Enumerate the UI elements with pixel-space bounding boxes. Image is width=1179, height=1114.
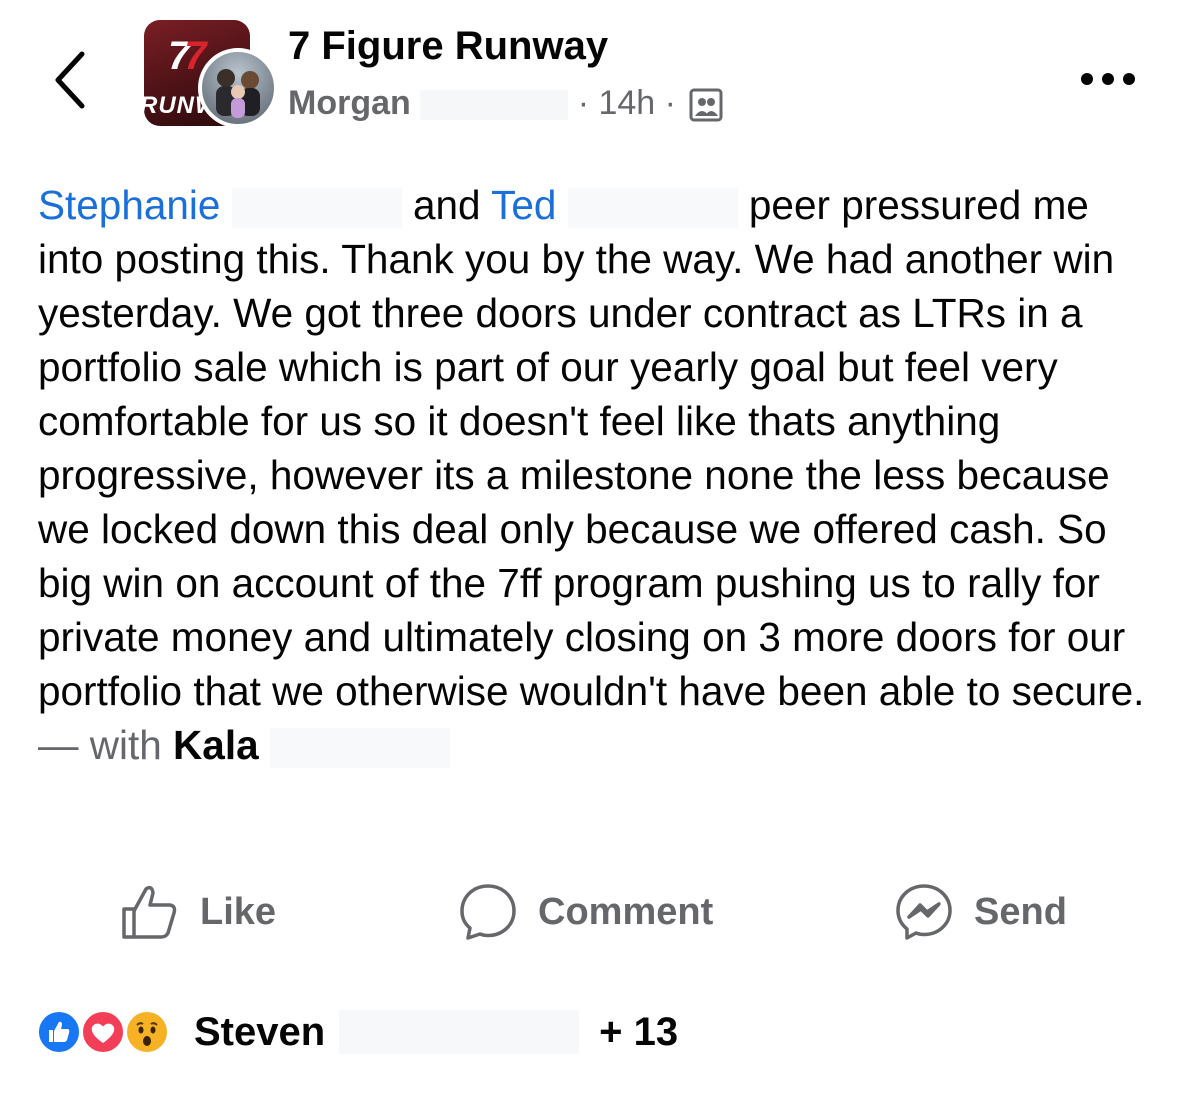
post-actions-bar: Like Comment Send — [0, 872, 1179, 952]
reactions-summary[interactable]: Steven + 13 — [36, 1004, 736, 1060]
like-reaction-icon — [36, 1009, 82, 1055]
author-name[interactable]: Morgan — [288, 84, 411, 122]
post-meta: Morgan · 14h · — [288, 84, 723, 123]
post-body: Stephanie and Ted peer pressured me into… — [38, 178, 1148, 772]
redacted-reactor-surname — [339, 1010, 580, 1054]
send-label: Send — [974, 890, 1067, 933]
with-prefix: — with — [38, 722, 162, 768]
mention-ted[interactable]: Ted — [491, 182, 556, 228]
comment-label: Comment — [538, 890, 714, 933]
like-label: Like — [200, 890, 277, 933]
more-options-button[interactable] — [1078, 64, 1138, 94]
meta-separator: · — [577, 84, 590, 122]
group-name[interactable]: 7 Figure Runway — [288, 24, 608, 69]
back-button[interactable] — [48, 48, 92, 112]
group-audience-icon — [689, 88, 723, 122]
like-button[interactable]: Like — [118, 872, 276, 952]
mention-stephanie[interactable]: Stephanie — [38, 182, 220, 228]
author-avatar[interactable] — [198, 48, 278, 128]
redacted-tagged-surname — [269, 728, 450, 769]
redacted-mention-surname — [231, 188, 402, 229]
comment-button[interactable]: Comment — [458, 872, 713, 952]
group-logo-number: 77 — [168, 34, 207, 78]
post-conjunction: and — [412, 182, 481, 228]
redacted-mention-surname — [567, 188, 738, 229]
love-reaction-icon — [80, 1009, 126, 1055]
send-button[interactable]: Send — [894, 872, 1067, 952]
reaction-icons — [36, 1007, 184, 1057]
meta-separator: · — [664, 84, 676, 122]
comment-bubble-icon — [460, 884, 516, 940]
post-body-text: peer pressured me into posting this. Tha… — [38, 182, 1145, 714]
reactor-name: Steven — [194, 1009, 326, 1054]
redacted-author-surname — [420, 90, 569, 121]
author-photo — [216, 69, 260, 118]
back-chevron-icon — [55, 51, 85, 109]
wow-reaction-icon — [124, 1009, 170, 1055]
messenger-icon — [896, 884, 952, 940]
reaction-count: + 13 — [599, 1009, 679, 1054]
thumbs-up-icon — [122, 885, 177, 939]
tagged-person[interactable]: Kala — [173, 722, 259, 768]
post-timestamp[interactable]: 14h — [598, 84, 655, 122]
more-dots-icon — [1081, 73, 1135, 85]
